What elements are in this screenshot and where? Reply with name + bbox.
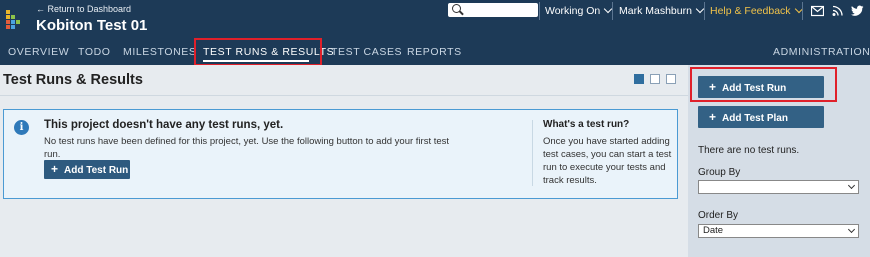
no-test-runs-text: There are no test runs. (698, 145, 800, 156)
tab-administration[interactable]: ADMINISTRATION (773, 46, 870, 58)
chevron-down-icon (847, 225, 856, 234)
empty-state-text: No test runs have been defined for this … (44, 136, 450, 160)
plus-icon: + (51, 162, 59, 176)
group-by-select[interactable] (698, 180, 859, 194)
search-input[interactable] (448, 3, 538, 17)
view-switcher (634, 74, 682, 87)
title-divider (0, 95, 688, 96)
add-test-plan-label: Add Test Plan (722, 113, 788, 124)
page-title: Test Runs & Results (3, 72, 143, 88)
order-by-select[interactable]: Date (698, 224, 859, 238)
tab-reports[interactable]: REPORTS (407, 46, 462, 58)
group-by-label: Group By (698, 167, 741, 178)
mail-icon[interactable] (811, 5, 824, 17)
add-test-run-label: Add Test Run (64, 165, 129, 176)
empty-state-panel: i This project doesn't have any test run… (3, 109, 678, 199)
whats-a-test-run-text: Once you have started adding test cases,… (543, 136, 672, 186)
working-on-menu[interactable]: Working On (545, 4, 613, 17)
tab-highlight-box (194, 38, 322, 66)
compact-view-icon[interactable] (634, 74, 644, 84)
order-by-value: Date (703, 225, 724, 236)
help-feedback-label: Help & Feedback (710, 5, 791, 17)
search-icon (452, 4, 461, 13)
order-by-label: Order By (698, 210, 739, 221)
add-test-plan-button[interactable]: + Add Test Plan (698, 106, 824, 128)
whats-a-test-run-title: What's a test run? (543, 119, 630, 130)
tab-overview[interactable]: OVERVIEW (8, 46, 69, 58)
rss-icon[interactable] (832, 5, 843, 17)
user-name-label: Mark Mashburn (619, 5, 692, 17)
return-to-dashboard-link[interactable]: ← Return to Dashboard (36, 4, 131, 14)
user-menu[interactable]: Mark Mashburn (619, 4, 705, 17)
plus-icon: + (709, 110, 717, 124)
sidebar: + Add Test Run + Add Test Plan There are n… (688, 65, 870, 257)
tab-todo[interactable]: TODO (78, 46, 111, 58)
working-on-label: Working On (545, 5, 601, 17)
app-header: ← Return to Dashboard Kobiton Test 01 Wo… (0, 0, 870, 66)
main-content: Test Runs & Results i This project doesn… (0, 65, 688, 257)
help-feedback-menu[interactable]: Help & Feedback (710, 4, 803, 17)
twitter-icon[interactable] (851, 5, 864, 17)
chevron-down-icon (695, 4, 705, 14)
detail-view-icon[interactable] (666, 74, 676, 84)
empty-state-title: This project doesn't have any test runs,… (44, 119, 284, 131)
tab-milestones[interactable]: MILESTONES (123, 46, 197, 58)
info-icon: i (14, 120, 29, 135)
testrail-logo-icon (6, 10, 22, 30)
project-title: Kobiton Test 01 (36, 17, 148, 34)
list-view-icon[interactable] (650, 74, 660, 84)
panel-divider (532, 120, 533, 186)
add-test-run-button[interactable]: + Add Test Run (44, 160, 130, 179)
add-test-run-highlight-box (690, 67, 837, 102)
tab-test-cases[interactable]: TEST CASES (331, 46, 402, 58)
chevron-down-icon (847, 181, 856, 190)
